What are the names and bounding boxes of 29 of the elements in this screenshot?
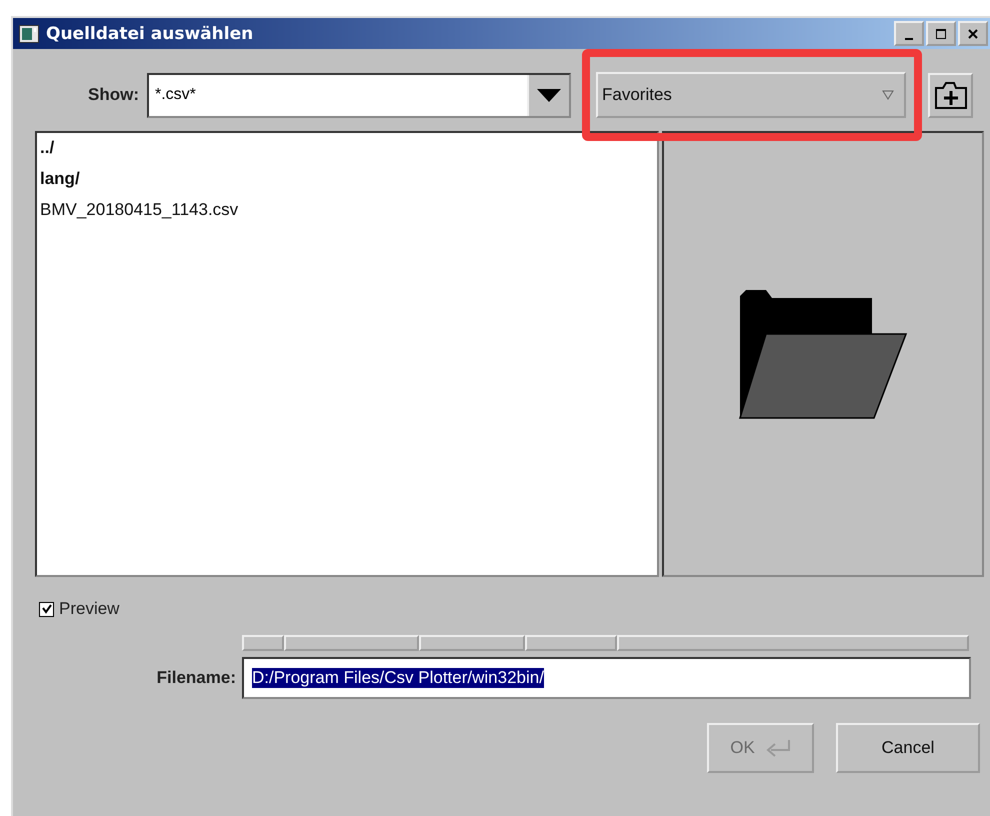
folder-icon xyxy=(738,288,908,420)
close-icon xyxy=(967,28,979,40)
folder-item[interactable]: ../ xyxy=(40,137,654,168)
filename-label: Filename: xyxy=(156,668,236,688)
column-header[interactable] xyxy=(617,635,969,651)
column-header[interactable] xyxy=(525,635,617,651)
checkmark-icon xyxy=(42,604,52,614)
minimize-icon xyxy=(905,38,913,40)
app-icon xyxy=(19,24,39,42)
maximize-icon xyxy=(935,28,947,40)
column-header[interactable] xyxy=(242,635,284,651)
new-folder-button[interactable] xyxy=(928,72,973,118)
show-label: Show: xyxy=(87,85,139,105)
window-title: Quelldatei auswählen xyxy=(46,24,254,44)
filter-combo[interactable]: *.csv* xyxy=(147,72,571,118)
close-button[interactable] xyxy=(958,21,988,46)
column-header[interactable] xyxy=(284,635,419,651)
preview-checkbox[interactable]: Preview xyxy=(39,599,120,619)
column-header[interactable] xyxy=(419,635,525,651)
dropdown-arrow-icon xyxy=(536,87,562,103)
minimize-button[interactable] xyxy=(894,21,924,46)
favorites-dropdown[interactable]: Favorites xyxy=(596,72,906,118)
dropdown-arrow-icon xyxy=(882,90,894,100)
maximize-button[interactable] xyxy=(926,21,956,46)
file-item[interactable]: BMV_20180415_1143.csv xyxy=(40,199,654,230)
folder-plus-icon xyxy=(934,80,968,110)
filename-field[interactable]: D:/Program Files/Csv Plotter/win32bin/ xyxy=(242,657,971,699)
folder-item[interactable]: lang/ xyxy=(40,168,654,199)
cancel-button[interactable]: Cancel xyxy=(836,723,980,773)
